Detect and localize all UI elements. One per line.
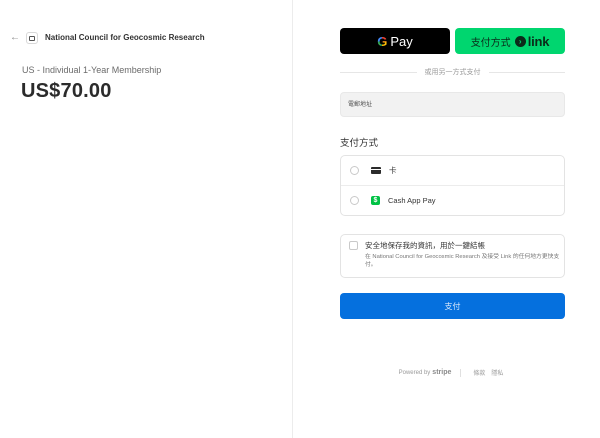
payment-method-list: 卡 $ Cash App Pay	[340, 155, 565, 216]
privacy-link[interactable]: 隱私	[491, 368, 503, 377]
save-info-box: 安全地保存我的資訊，用於一鍵結帳 在 National Council for …	[340, 234, 565, 278]
link-logo: link	[527, 33, 550, 49]
link-arrow-icon: ›	[514, 35, 526, 47]
product-name: US - Individual 1-Year Membership	[22, 65, 162, 75]
google-g-icon: G	[377, 33, 388, 49]
save-info-description: 在 National Council for Geocosmic Researc…	[365, 254, 560, 268]
footer-separator	[460, 368, 462, 377]
cashapp-icon: $	[371, 196, 380, 205]
google-pay-button[interactable]: G Pay	[340, 28, 450, 54]
merchant-name: National Council for Geocosmic Research	[45, 33, 205, 42]
payment-panel: G Pay 支付方式 › link 或用另一方式支付 支付方式 卡 $ Cash…	[293, 0, 600, 438]
card-label: 卡	[389, 166, 397, 175]
or-divider: 或用另一方式支付	[340, 66, 565, 78]
powered-by-label: Powered by	[398, 369, 431, 376]
or-divider-text: 或用另一方式支付	[424, 69, 481, 76]
stripe-logo[interactable]: stripe	[432, 369, 451, 376]
card-radio[interactable]	[350, 166, 359, 175]
order-summary-panel: ← National Council for Geocosmic Researc…	[0, 0, 292, 438]
footer: Powered by stripe 條款 隱私	[340, 368, 565, 377]
google-pay-label: Pay	[390, 33, 413, 49]
link-pay-button[interactable]: 支付方式 › link	[455, 28, 565, 54]
terms-link[interactable]: 條款	[473, 368, 485, 377]
payment-method-card[interactable]: 卡	[341, 156, 564, 186]
back-arrow-icon[interactable]: ←	[10, 31, 20, 45]
link-pay-label: 支付方式	[470, 37, 511, 49]
pay-button[interactable]: 支付	[340, 293, 565, 319]
save-info-title: 安全地保存我的資訊，用於一鍵結帳	[365, 241, 485, 250]
merchant-header: ← National Council for Geocosmic Researc…	[10, 31, 205, 45]
order-total: US$70.00	[21, 80, 112, 102]
cashapp-label: Cash App Pay	[388, 196, 436, 205]
cashapp-radio[interactable]	[350, 196, 359, 205]
merchant-logo-icon	[26, 32, 38, 44]
payment-method-cashapp[interactable]: $ Cash App Pay	[341, 186, 564, 215]
card-icon	[371, 167, 381, 174]
save-info-checkbox[interactable]	[349, 241, 358, 250]
email-input[interactable]	[340, 92, 565, 117]
payment-method-title: 支付方式	[340, 138, 379, 149]
